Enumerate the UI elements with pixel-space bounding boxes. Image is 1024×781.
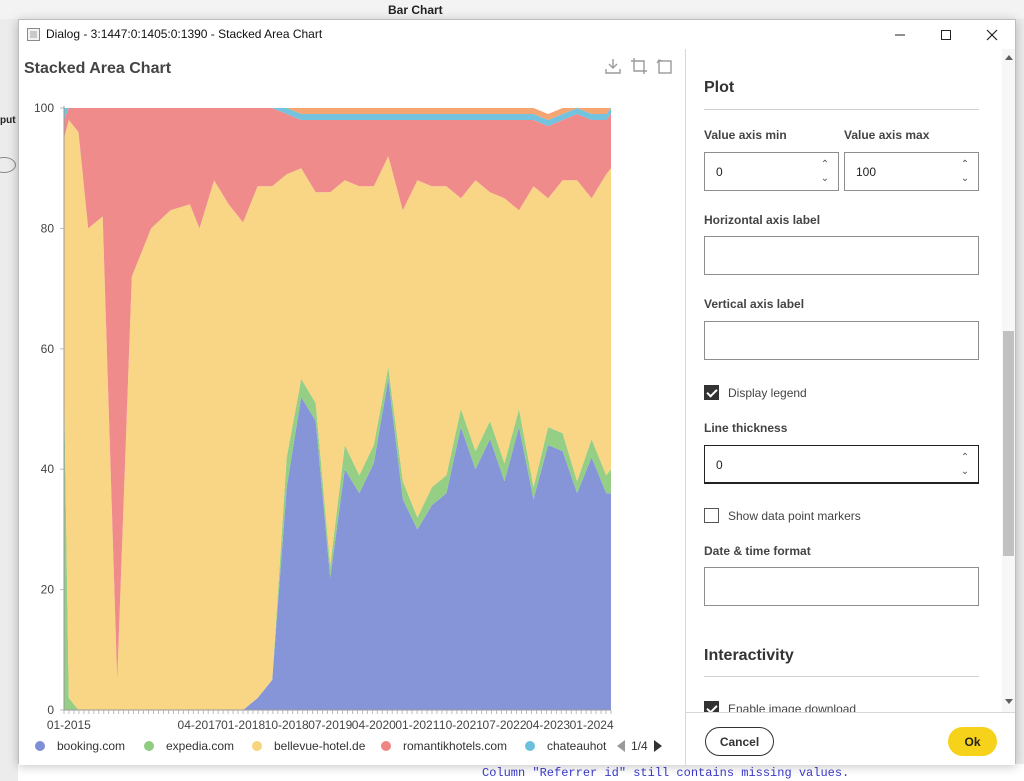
legend-label: chateauhot	[547, 739, 607, 753]
chart-view: Stacked Area Chart 0 20 40 60 80 100 01-2015 04…	[19, 49, 685, 765]
enable-download-checkbox[interactable]	[704, 701, 719, 712]
chevron-up-icon[interactable]: ⌃	[958, 158, 972, 172]
legend-pager: 1/4	[617, 739, 662, 753]
section-divider	[704, 109, 979, 110]
legend-item-chateauhot[interactable]: chateauhot	[525, 739, 606, 753]
y-tick-label: 60	[41, 342, 55, 356]
ok-button[interactable]: Ok	[948, 727, 997, 756]
legend-label: booking.com	[57, 739, 126, 753]
app-icon	[27, 28, 40, 41]
datetime-format-input[interactable]	[704, 567, 979, 606]
vertical-axis-label-input[interactable]	[704, 321, 979, 360]
settings-panel: Plot Value axis min Value axis max 0 ⌃ ⌄ …	[686, 49, 1015, 712]
show-markers-checkbox[interactable]	[704, 508, 719, 523]
legend-item-bellevue[interactable]: bellevue-hotel.de	[252, 739, 365, 753]
datetime-format-label: Date & time format	[704, 544, 811, 558]
maximize-icon[interactable]	[923, 20, 969, 49]
x-tick-label: 01-2018	[221, 718, 265, 732]
legend-color-dot	[252, 741, 262, 751]
console-message: Column "Referrer id" still contains miss…	[482, 766, 850, 780]
close-icon[interactable]	[969, 20, 1015, 49]
scroll-up-icon[interactable]	[1005, 55, 1013, 60]
y-tick-label: 20	[41, 583, 55, 597]
value-axis-min-label: Value axis min	[704, 128, 787, 142]
legend-color-dot	[35, 741, 45, 751]
legend-page: 1/4	[631, 739, 648, 753]
chevron-down-icon[interactable]: ⌄	[818, 172, 832, 186]
line-thickness-value: 0	[716, 458, 723, 472]
interactivity-section-title: Interactivity	[704, 647, 794, 664]
background-canvas-right	[1016, 19, 1024, 781]
x-tick-label: 10-2021	[439, 718, 483, 732]
horizontal-axis-label-caption: Horizontal axis label	[704, 213, 821, 227]
value-axis-max-label: Value axis max	[844, 128, 930, 142]
x-tick-label: 10-2018	[265, 718, 309, 732]
legend-item-booking[interactable]: booking.com	[35, 739, 125, 753]
enable-download-label: Enable image download	[728, 702, 857, 712]
legend-item-expedia[interactable]: expedia.com	[144, 739, 234, 753]
dialog-footer: Cancel Ok	[686, 712, 1015, 765]
line-thickness-stepper[interactable]: ⌃ ⌄	[958, 451, 972, 479]
background-canvas-left: put	[0, 19, 18, 781]
y-tick-label: 80	[41, 221, 55, 235]
plot-section-title: Plot	[704, 79, 735, 96]
x-tick-label: 04-2023	[526, 718, 570, 732]
value-axis-max-stepper[interactable]: ⌃ ⌄	[958, 158, 972, 186]
value-axis-min-value: 0	[716, 165, 723, 179]
x-tick-label: 04-2017	[178, 718, 222, 732]
value-axis-max-input[interactable]: 100 ⌃ ⌄	[844, 152, 979, 191]
minimize-icon[interactable]	[877, 20, 923, 49]
chevron-up-icon[interactable]: ⌃	[818, 158, 832, 172]
scrollbar-thumb[interactable]	[1003, 331, 1014, 556]
display-legend-label: Display legend	[728, 386, 807, 400]
y-tick-label: 100	[34, 101, 54, 115]
x-tick-label: 07-2022	[482, 718, 526, 732]
y-tick-label: 0	[47, 703, 54, 717]
legend-color-dot	[381, 741, 391, 751]
chevron-down-icon[interactable]: ⌄	[958, 465, 972, 479]
stacked-area-chart-dialog: Dialog - 3:1447:0:1405:0:1390 - Stacked …	[18, 19, 1016, 765]
legend-label: expedia.com	[166, 739, 235, 753]
legend-color-dot	[525, 741, 535, 751]
x-tick-label: 01-2015	[47, 718, 91, 732]
x-tick-label: 01-2021	[395, 718, 439, 732]
legend-prev-icon[interactable]	[617, 740, 625, 752]
cancel-button[interactable]: Cancel	[705, 727, 774, 756]
legend-label: bellevue-hotel.de	[274, 739, 366, 753]
x-tick-label: 04-2020	[352, 718, 396, 732]
value-axis-min-stepper[interactable]: ⌃ ⌄	[818, 158, 832, 186]
section-divider	[704, 676, 979, 677]
x-tick-label: 01-2024	[570, 718, 614, 732]
chart-legend: booking.com expedia.com bellevue-hotel.d…	[19, 739, 685, 759]
y-tick-label: 40	[41, 462, 55, 476]
line-thickness-input[interactable]: 0 ⌃ ⌄	[704, 445, 979, 484]
show-markers-label: Show data point markers	[728, 509, 861, 523]
x-tick-label: 07-2019	[308, 718, 352, 732]
horizontal-axis-label-input[interactable]	[704, 236, 979, 275]
window-title: Dialog - 3:1447:0:1405:0:1390 - Stacked …	[46, 27, 323, 41]
line-thickness-label: Line thickness	[704, 421, 788, 435]
legend-color-dot	[144, 741, 154, 751]
display-legend-checkbox[interactable]	[704, 385, 719, 400]
legend-next-icon[interactable]	[653, 740, 662, 752]
chevron-down-icon[interactable]: ⌄	[958, 172, 972, 186]
background-node-label: put	[0, 115, 16, 126]
value-axis-max-value: 100	[856, 165, 877, 179]
value-axis-min-input[interactable]: 0 ⌃ ⌄	[704, 152, 839, 191]
settings-scrollbar[interactable]	[1002, 49, 1015, 712]
window-titlebar[interactable]: Dialog - 3:1447:0:1405:0:1390 - Stacked …	[19, 20, 1015, 49]
stacked-area-chart[interactable]: 0 20 40 60 80 100 01-2015 04-2017 01-2018 10-2018…	[19, 49, 685, 739]
background-node-shape	[0, 157, 16, 173]
legend-item-romantikhotels[interactable]: romantikhotels.com	[381, 739, 507, 753]
vertical-axis-label-caption: Vertical axis label	[704, 297, 805, 311]
legend-items: booking.com expedia.com bellevue-hotel.d…	[19, 739, 611, 759]
scroll-down-icon[interactable]	[1005, 699, 1013, 704]
background-toolbar: Bar Chart	[0, 0, 1024, 19]
legend-label: romantikhotels.com	[403, 739, 508, 753]
background-title: Bar Chart	[388, 3, 443, 17]
chevron-up-icon[interactable]: ⌃	[958, 451, 972, 465]
